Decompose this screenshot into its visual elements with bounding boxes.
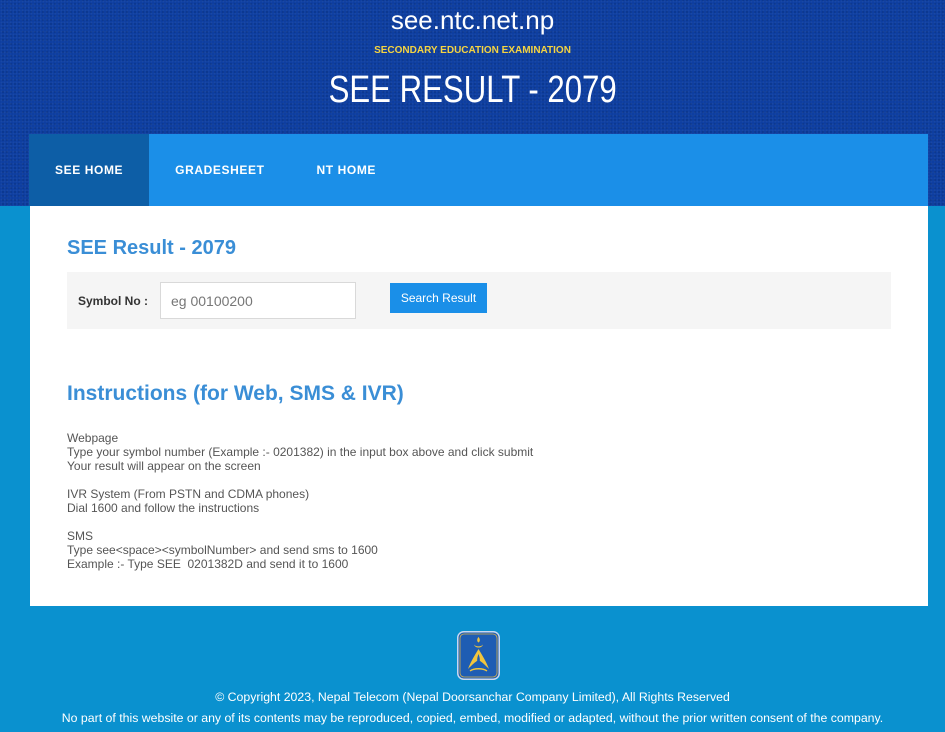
ntc-logo-icon <box>457 631 500 680</box>
instruction-line: Type your symbol number (Example :- 0201… <box>67 445 534 459</box>
instruction-title: IVR System (From PSTN and CDMA phones) <box>67 487 310 501</box>
result-heading: SEE Result - 2079 <box>67 237 236 259</box>
symbol-label: Symbol No : <box>78 294 149 308</box>
instruction-line: Dial 1600 and follow the instructions <box>67 501 260 515</box>
search-form: Symbol No : Search Result <box>67 272 891 329</box>
nav-gradesheet[interactable]: GRADESHEET <box>149 134 290 206</box>
instruction-line: Type see<space><symbolNumber> and send s… <box>67 543 378 557</box>
site-name: see.ntc.net.np <box>390 5 555 35</box>
instruction-section-sms: SMS Type see<space><symbolNumber> and se… <box>67 529 887 571</box>
nav-nt-home[interactable]: NT HOME <box>291 134 403 206</box>
page-title-text: SEE RESULT - 2079 <box>328 69 617 111</box>
nav-see-home[interactable]: SEE HOME <box>29 134 150 206</box>
instructions-heading: Instructions (for Web, SMS & IVR) <box>67 382 404 405</box>
instruction-line: Your result will appear on the screen <box>67 459 261 473</box>
content-panel: SEE Result - 2079 Symbol No : Search Res… <box>30 206 928 606</box>
header-subtitle: SECONDARY EDUCATION EXAMINATION <box>374 45 571 56</box>
instructions-body: Webpage Type your symbol number (Example… <box>67 431 887 585</box>
symbol-input[interactable] <box>160 282 356 319</box>
copyright-text: © Copyright 2023, Nepal Telecom (Nepal D… <box>215 690 730 704</box>
instruction-section-webpage: Webpage Type your symbol number (Example… <box>67 431 887 473</box>
instruction-title: Webpage <box>67 431 119 445</box>
search-result-button[interactable]: Search Result <box>390 283 487 313</box>
instruction-section-ivr: IVR System (From PSTN and CDMA phones) D… <box>67 487 887 515</box>
legal-notice: No part of this website or any of its co… <box>61 711 884 725</box>
page-title: SEE RESULT - 2079 <box>0 67 945 113</box>
main-nav: SEE HOME GRADESHEET NT HOME <box>29 134 928 206</box>
instruction-title: SMS <box>67 529 94 543</box>
instruction-line: Example :- Type SEE 0201382D and send it… <box>67 557 349 571</box>
